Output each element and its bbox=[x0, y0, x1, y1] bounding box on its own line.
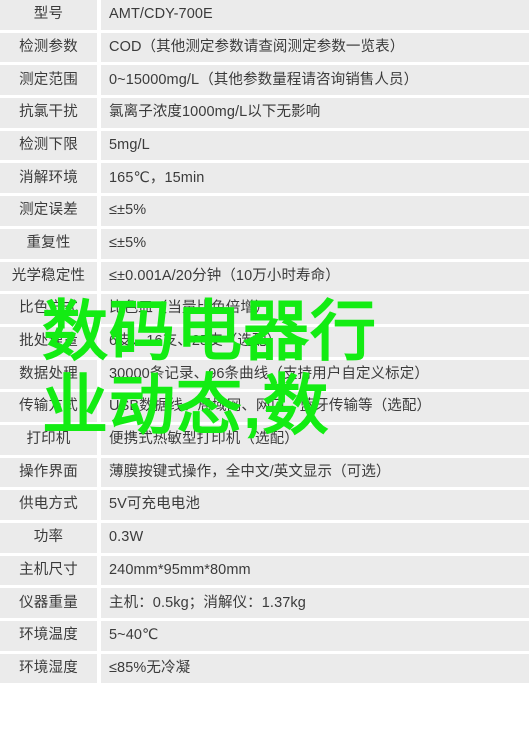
table-row: 供电方式 5V可充电电池 bbox=[0, 490, 529, 523]
table-row: 数据处理 30000条记录、96条曲线（支持用户自定义标定） bbox=[0, 359, 529, 393]
spec-label-cell: 操作界面 bbox=[0, 457, 101, 491]
spec-value-cell: 5mg/L bbox=[101, 130, 529, 164]
table-row: 功率 0.3W bbox=[0, 523, 529, 556]
spec-label-cell: 批处理量 bbox=[0, 326, 101, 360]
specification-table-body: 型号 AMT/CDY-700E 检测参数 COD（其他测定参数请查阅测定参数一览表）测… bbox=[0, 0, 529, 687]
spec-label-cell: 环境温度 bbox=[0, 621, 101, 654]
spec-value-cell: 30000条记录、96条曲线（支持用户自定义标定） bbox=[101, 359, 529, 393]
spec-value-cell: ≤±5% bbox=[101, 228, 529, 262]
spec-label-cell: 消解环境 bbox=[0, 163, 101, 197]
table-row: 打印机 便携式热敏型打印机（选配） bbox=[0, 424, 529, 458]
table-row: 光学稳定性 ≤±0.001A/20分钟（10万小时寿命） bbox=[0, 261, 529, 295]
table-row: 批处理量 6支、16支、25支（选配） bbox=[0, 326, 529, 360]
spec-value-cell: 0.3W bbox=[101, 523, 529, 556]
spec-value-cell: USB数据线、局域网、网口、蓝牙传输等（选配） bbox=[101, 392, 529, 425]
spec-label-cell: 检测参数 bbox=[0, 32, 101, 66]
spec-label-cell: 光学稳定性 bbox=[0, 261, 101, 295]
spec-value-cell: 比色皿（当量比色倍增） bbox=[101, 294, 529, 327]
spec-label-cell: 仪器重量 bbox=[0, 588, 101, 622]
spec-label-cell: 测定误差 bbox=[0, 196, 101, 229]
spec-value-cell: COD（其他测定参数请查阅测定参数一览表） bbox=[101, 32, 529, 66]
table-row: 测定范围 0~15000mg/L（其他参数量程请咨询销售人员） bbox=[0, 65, 529, 99]
spec-label-cell: 检测下限 bbox=[0, 130, 101, 164]
table-row: 检测参数 COD（其他测定参数请查阅测定参数一览表） bbox=[0, 32, 529, 66]
spec-label-cell: 环境湿度 bbox=[0, 653, 101, 687]
spec-value-cell: 0~15000mg/L（其他参数量程请咨询销售人员） bbox=[101, 65, 529, 99]
table-row: 环境湿度 ≤85%无冷凝 bbox=[0, 653, 529, 687]
table-row: 比色方式 比色皿（当量比色倍增） bbox=[0, 294, 529, 327]
spec-value-cell: 240mm*95mm*80mm bbox=[101, 555, 529, 589]
table-row: 传输方式 USB数据线、局域网、网口、蓝牙传输等（选配） bbox=[0, 392, 529, 425]
spec-label-cell: 测定范围 bbox=[0, 65, 101, 99]
table-row: 仪器重量 主机：0.5kg；消解仪：1.37kg bbox=[0, 588, 529, 622]
spec-label-cell: 供电方式 bbox=[0, 490, 101, 523]
spec-value-cell: ≤±5% bbox=[101, 196, 529, 229]
spec-label-cell: 抗氯干扰 bbox=[0, 98, 101, 131]
spec-value-cell: 氯离子浓度1000mg/L以下无影响 bbox=[101, 98, 529, 131]
table-row: 检测下限 5mg/L bbox=[0, 130, 529, 164]
table-row: 环境温度 5~40℃ bbox=[0, 621, 529, 654]
spec-label-cell: 数据处理 bbox=[0, 359, 101, 393]
table-row: 消解环境 165℃，15min bbox=[0, 163, 529, 197]
spec-label-cell: 打印机 bbox=[0, 424, 101, 458]
table-row: 抗氯干扰 氯离子浓度1000mg/L以下无影响 bbox=[0, 98, 529, 131]
table-row: 主机尺寸 240mm*95mm*80mm bbox=[0, 555, 529, 589]
spec-value-cell: 5V可充电电池 bbox=[101, 490, 529, 523]
spec-label-cell: 型号 bbox=[0, 0, 101, 33]
spec-label-cell: 重复性 bbox=[0, 228, 101, 262]
spec-value-cell: 5~40℃ bbox=[101, 621, 529, 654]
table-row: 操作界面 薄膜按键式操作，全中文/英文显示（可选） bbox=[0, 457, 529, 491]
spec-label-cell: 传输方式 bbox=[0, 392, 101, 425]
spec-value-cell: ≤85%无冷凝 bbox=[101, 653, 529, 687]
spec-label-cell: 主机尺寸 bbox=[0, 555, 101, 589]
spec-value-cell: 6支、16支、25支（选配） bbox=[101, 326, 529, 360]
specification-table: 型号 AMT/CDY-700E 检测参数 COD（其他测定参数请查阅测定参数一览表）测… bbox=[0, 0, 529, 687]
spec-value-cell: AMT/CDY-700E bbox=[101, 0, 529, 33]
table-row: 测定误差 ≤±5% bbox=[0, 196, 529, 229]
spec-value-cell: 薄膜按键式操作，全中文/英文显示（可选） bbox=[101, 457, 529, 491]
spec-value-cell: 165℃，15min bbox=[101, 163, 529, 197]
table-row: 重复性 ≤±5% bbox=[0, 228, 529, 262]
spec-value-cell: 主机：0.5kg；消解仪：1.37kg bbox=[101, 588, 529, 622]
spec-value-cell: ≤±0.001A/20分钟（10万小时寿命） bbox=[101, 261, 529, 295]
spec-label-cell: 功率 bbox=[0, 523, 101, 556]
spec-label-cell: 比色方式 bbox=[0, 294, 101, 327]
table-row: 型号 AMT/CDY-700E bbox=[0, 0, 529, 33]
spec-value-cell: 便携式热敏型打印机（选配） bbox=[101, 424, 529, 458]
